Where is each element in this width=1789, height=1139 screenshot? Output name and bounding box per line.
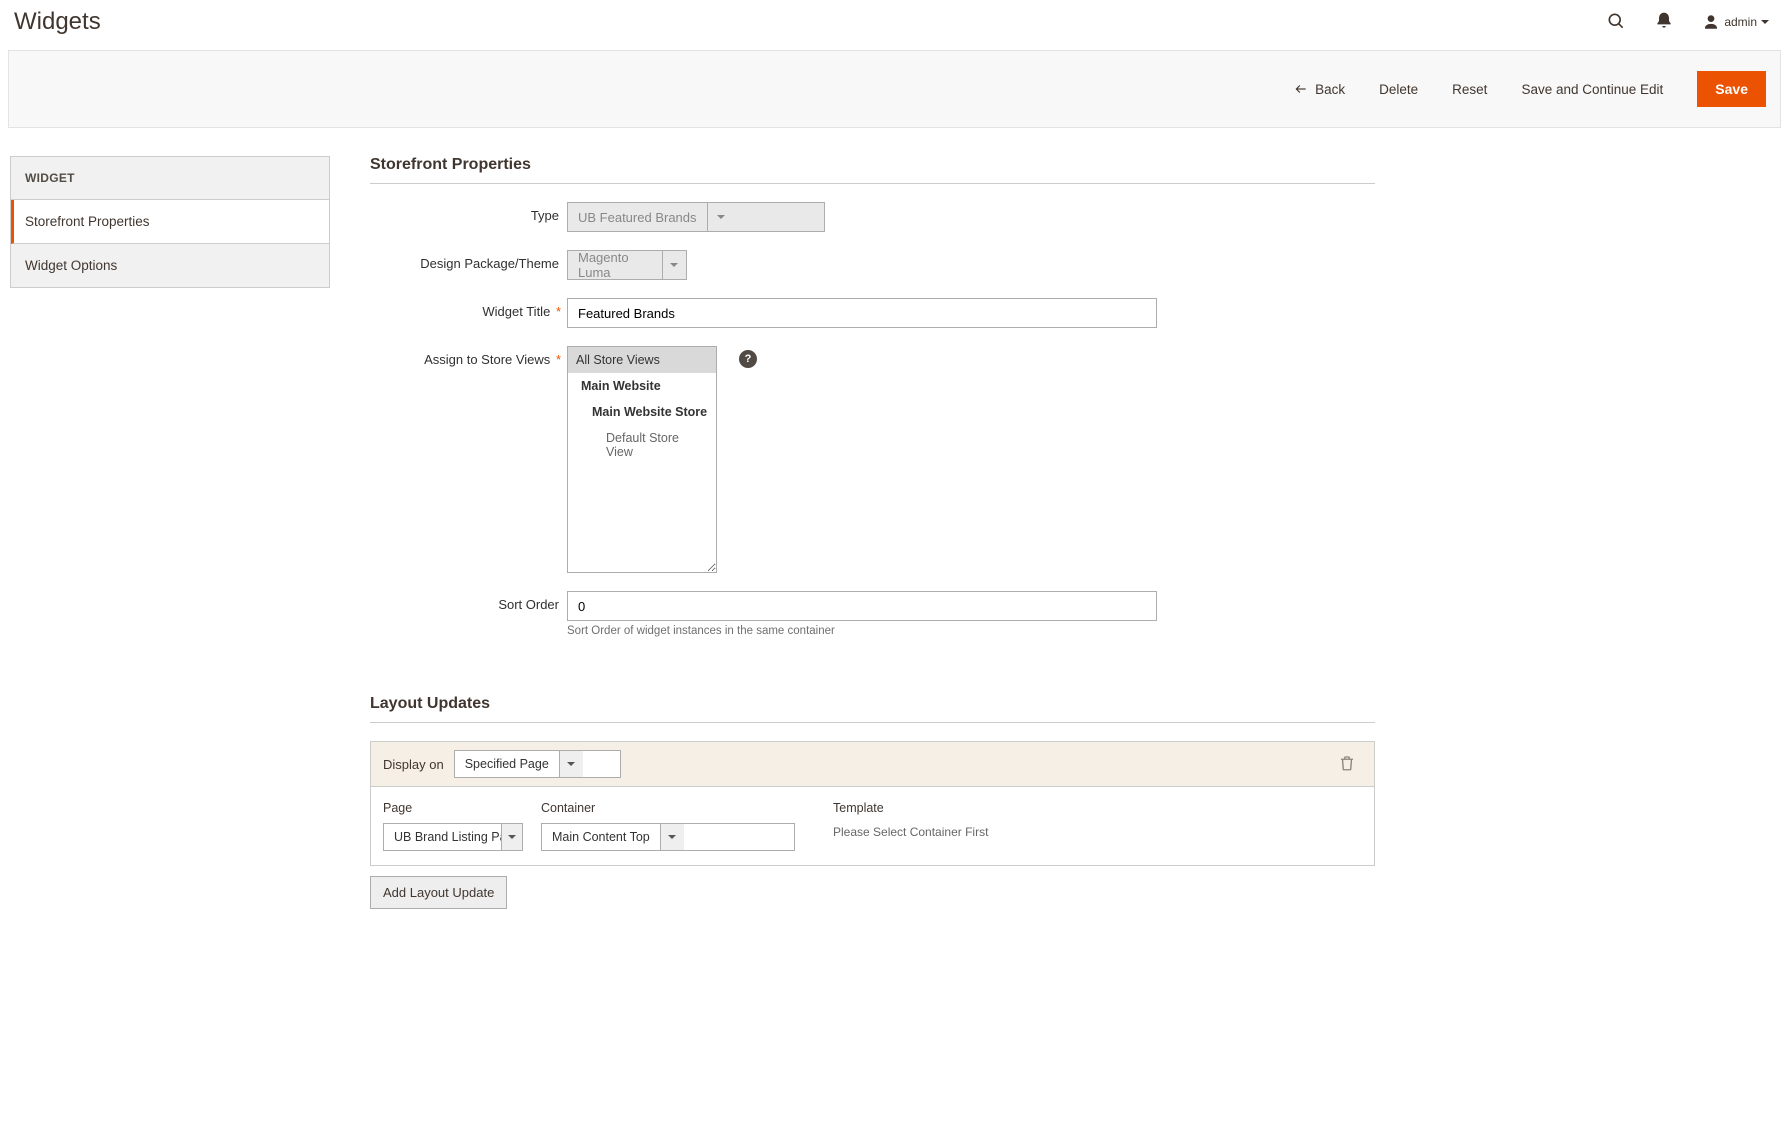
user-menu[interactable]: admin xyxy=(1702,13,1769,31)
storefront-section-title: Storefront Properties xyxy=(370,156,1375,184)
display-on-label: Display on xyxy=(383,757,444,772)
layout-section-title: Layout Updates xyxy=(370,695,1375,723)
caret-down-icon xyxy=(1761,20,1769,24)
user-icon xyxy=(1702,13,1720,31)
assign-store-label: Assign to Store Views * xyxy=(370,346,567,367)
chevron-down-icon xyxy=(559,751,583,777)
page-select[interactable]: UB Brand Listing Pa xyxy=(383,823,523,851)
widget-title-input[interactable] xyxy=(567,298,1157,328)
page-label: Page xyxy=(383,801,523,815)
store-views-select[interactable]: All Store Views Main Website Main Websit… xyxy=(567,346,717,573)
tab-storefront-properties[interactable]: Storefront Properties xyxy=(11,200,329,244)
action-bar: Back Delete Reset Save and Continue Edit… xyxy=(8,50,1781,128)
sort-order-input[interactable] xyxy=(567,591,1157,621)
sidebar-panel-title: WIDGET xyxy=(11,157,329,200)
sidebar-panel: WIDGET Storefront Properties Widget Opti… xyxy=(10,156,330,288)
back-button[interactable]: Back xyxy=(1293,82,1345,97)
reset-button[interactable]: Reset xyxy=(1452,82,1487,97)
delete-button[interactable]: Delete xyxy=(1379,82,1418,97)
template-value: Please Select Container First xyxy=(833,823,988,839)
store-view-all[interactable]: All Store Views xyxy=(568,347,716,373)
page-title: Widgets xyxy=(14,8,101,36)
display-on-select[interactable]: Specified Page xyxy=(454,750,621,778)
container-label: Container xyxy=(541,801,795,815)
add-layout-update-button[interactable]: Add Layout Update xyxy=(370,876,507,909)
type-select: UB Featured Brands xyxy=(567,202,825,232)
store-view-default[interactable]: Default Store View xyxy=(568,425,716,465)
delete-layout-icon[interactable] xyxy=(1338,754,1362,775)
type-label: Type xyxy=(370,202,567,223)
widget-title-label: Widget Title * xyxy=(370,298,567,319)
sort-order-label: Sort Order xyxy=(370,591,567,612)
tab-widget-options[interactable]: Widget Options xyxy=(11,244,329,287)
layout-update-box: Display on Specified Page Page UB Brand … xyxy=(370,741,1375,866)
sort-order-hint: Sort Order of widget instances in the sa… xyxy=(567,625,1375,637)
store-view-store[interactable]: Main Website Store xyxy=(568,399,716,425)
save-button[interactable]: Save xyxy=(1697,71,1766,107)
chevron-down-icon xyxy=(707,203,735,231)
search-icon[interactable] xyxy=(1606,11,1626,34)
theme-select: Magento Luma xyxy=(567,250,687,280)
help-icon[interactable]: ? xyxy=(739,350,757,368)
user-label: admin xyxy=(1724,15,1757,29)
arrow-left-icon xyxy=(1293,82,1309,96)
store-view-website[interactable]: Main Website xyxy=(568,373,716,399)
trash-icon xyxy=(1338,754,1356,772)
chevron-down-icon xyxy=(660,824,684,850)
chevron-down-icon xyxy=(662,251,686,279)
template-label: Template xyxy=(833,801,988,815)
save-continue-button[interactable]: Save and Continue Edit xyxy=(1521,82,1663,97)
notifications-icon[interactable] xyxy=(1654,11,1674,34)
chevron-down-icon xyxy=(501,824,522,850)
container-select[interactable]: Main Content Top xyxy=(541,823,795,851)
theme-label: Design Package/Theme xyxy=(370,250,567,271)
